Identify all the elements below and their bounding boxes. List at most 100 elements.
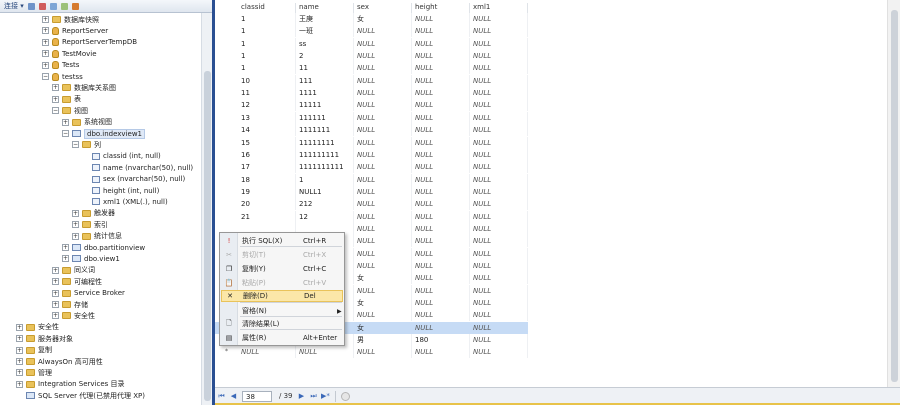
tree-node[interactable]: − testss bbox=[42, 71, 83, 82]
prev-page-icon[interactable]: ◀ bbox=[229, 392, 238, 401]
stop-icon[interactable] bbox=[71, 2, 79, 10]
cell-height[interactable]: NULL bbox=[412, 124, 470, 137]
cell-xml1[interactable]: NULL bbox=[470, 99, 528, 112]
cell-height[interactable]: NULL bbox=[412, 50, 470, 63]
expand-icon[interactable]: + bbox=[42, 61, 49, 69]
expand-icon[interactable]: + bbox=[16, 369, 23, 377]
expand-icon[interactable]: + bbox=[72, 232, 79, 240]
collapse-icon[interactable]: − bbox=[42, 73, 49, 80]
last-page-icon[interactable]: ⏭ bbox=[309, 392, 318, 401]
tree-node[interactable]: + 数据库关系图 bbox=[52, 82, 116, 93]
cell-xml1[interactable]: NULL bbox=[470, 13, 528, 25]
cell-height[interactable]: 180 bbox=[412, 334, 470, 347]
cell-xml1[interactable]: NULL bbox=[470, 111, 528, 124]
tree-node[interactable]: + ReportServer bbox=[42, 25, 108, 36]
cell-classid[interactable]: 21 bbox=[238, 210, 296, 223]
cell-name[interactable]: ss bbox=[296, 37, 354, 50]
table-row[interactable]: 20 212 NULL NULL NULL bbox=[215, 198, 528, 211]
tree-node[interactable]: + 服务器对象 bbox=[16, 333, 73, 344]
tree-node[interactable]: sex (nvarchar(50), null) bbox=[82, 174, 185, 185]
cell-height[interactable]: NULL bbox=[412, 297, 470, 310]
cell-name[interactable]: 11 bbox=[296, 62, 354, 75]
cell-classid[interactable]: NULL bbox=[238, 346, 296, 359]
table-row[interactable]: 21 12 NULL NULL NULL bbox=[215, 210, 528, 223]
tree-node[interactable]: + Service Broker bbox=[52, 288, 125, 299]
cell-xml1[interactable]: NULL bbox=[470, 148, 528, 161]
refresh-icon[interactable] bbox=[60, 2, 68, 10]
grid-scrollbar[interactable] bbox=[887, 0, 900, 387]
row-header[interactable] bbox=[215, 25, 238, 37]
tree-node[interactable]: + 复制 bbox=[16, 345, 52, 356]
stop-query-icon[interactable] bbox=[341, 392, 350, 401]
expand-icon[interactable]: + bbox=[52, 301, 59, 308]
menu-item[interactable]: ✂ 剪切(T) Ctrl+X bbox=[221, 249, 343, 261]
cell-classid[interactable]: 1 bbox=[238, 25, 296, 38]
cell-sex[interactable]: NULL bbox=[354, 235, 412, 248]
row-header[interactable] bbox=[215, 149, 238, 161]
cell-height[interactable]: NULL bbox=[412, 309, 470, 322]
cell-name[interactable]: 12 bbox=[296, 210, 354, 223]
cell-xml1[interactable]: NULL bbox=[470, 272, 528, 285]
cell-name[interactable]: 1111111111 bbox=[296, 161, 354, 174]
tree-node[interactable]: + 同义词 bbox=[52, 265, 95, 276]
cell-sex[interactable]: NULL bbox=[354, 222, 412, 235]
tree-node[interactable]: − 视图 bbox=[52, 105, 88, 116]
tree-node[interactable]: − 列 bbox=[72, 139, 101, 150]
tree-node[interactable]: + 表 bbox=[52, 94, 81, 105]
cell-height[interactable]: NULL bbox=[412, 74, 470, 87]
expand-icon[interactable]: + bbox=[52, 278, 59, 286]
cell-xml1[interactable]: NULL bbox=[470, 173, 528, 186]
cell-height[interactable]: NULL bbox=[412, 247, 470, 260]
table-row[interactable]: * NULL NULL NULL NULL NULL bbox=[215, 346, 528, 359]
tree-node[interactable]: name (nvarchar(50), null) bbox=[82, 162, 193, 173]
expand-icon[interactable]: + bbox=[52, 289, 59, 297]
menu-item[interactable]: 📋 粘贴(P) Ctrl+V bbox=[221, 277, 343, 289]
cell-classid[interactable]: 1 bbox=[238, 13, 296, 25]
cell-height[interactable]: NULL bbox=[412, 87, 470, 100]
tree-node[interactable]: + 统计信息 bbox=[72, 231, 122, 242]
tree-node[interactable]: + Integration Services 目录 bbox=[16, 379, 125, 390]
expand-icon[interactable]: + bbox=[52, 95, 59, 103]
cell-name[interactable]: 1111111 bbox=[296, 124, 354, 137]
tree-node[interactable]: + ReportServerTempDB bbox=[42, 37, 137, 48]
menu-item[interactable]: ✕ 删除(D) Del bbox=[221, 290, 343, 302]
cell-name[interactable]: NULL1 bbox=[296, 185, 354, 198]
page-number-input[interactable]: 38 bbox=[242, 391, 272, 402]
tree-node[interactable]: + 数据库快照 bbox=[42, 14, 99, 25]
cell-xml1[interactable]: NULL bbox=[470, 260, 528, 272]
cell-height[interactable]: NULL bbox=[412, 346, 470, 359]
table-row[interactable]: 18 1 NULL NULL NULL bbox=[215, 173, 528, 186]
cell-xml1[interactable]: NULL bbox=[470, 235, 528, 248]
expand-icon[interactable]: + bbox=[72, 209, 79, 217]
cell-name[interactable]: NULL bbox=[296, 346, 354, 359]
menu-item[interactable]: ! 执行 SQL(X) Ctrl+R bbox=[221, 235, 343, 247]
cell-xml1[interactable]: NULL bbox=[470, 87, 528, 100]
scrollbar-thumb[interactable] bbox=[204, 71, 211, 401]
table-row[interactable]: 10 111 NULL NULL NULL bbox=[215, 74, 528, 87]
cell-sex[interactable]: 女 bbox=[354, 297, 412, 310]
expand-icon[interactable]: + bbox=[16, 380, 23, 388]
cell-classid[interactable]: 1 bbox=[238, 37, 296, 50]
cell-name[interactable]: 11111 bbox=[296, 99, 354, 112]
expand-icon[interactable]: + bbox=[72, 221, 79, 229]
table-row[interactable]: 1 王庚女 NULL NULL bbox=[215, 13, 528, 25]
tree-node[interactable]: + 触发器 bbox=[72, 208, 115, 219]
cell-name[interactable]: 212 bbox=[296, 198, 354, 211]
expand-icon[interactable]: + bbox=[52, 312, 59, 320]
tree-node[interactable]: − dbo.indexview1 bbox=[62, 128, 145, 139]
table-row[interactable]: 1 2 NULL NULL NULL bbox=[215, 50, 528, 63]
tree-node[interactable]: + dbo.view1 bbox=[62, 253, 120, 264]
cell-height[interactable]: NULL bbox=[412, 99, 470, 112]
cell-sex[interactable]: NULL bbox=[354, 309, 412, 322]
cell-classid[interactable]: 13 bbox=[238, 111, 296, 124]
expand-icon[interactable]: + bbox=[62, 118, 69, 126]
cell-name[interactable]: 1111 bbox=[296, 87, 354, 100]
cell-sex[interactable]: NULL bbox=[354, 148, 412, 161]
cell-sex[interactable]: NULL bbox=[354, 87, 412, 100]
row-header[interactable] bbox=[215, 112, 238, 124]
cell-sex[interactable]: NULL bbox=[354, 62, 412, 75]
connect-button[interactable]: 连接 ▾ bbox=[4, 1, 24, 11]
cell-sex[interactable]: NULL bbox=[354, 247, 412, 260]
cell-classid[interactable]: 15 bbox=[238, 136, 296, 149]
expand-icon[interactable]: + bbox=[16, 335, 23, 343]
